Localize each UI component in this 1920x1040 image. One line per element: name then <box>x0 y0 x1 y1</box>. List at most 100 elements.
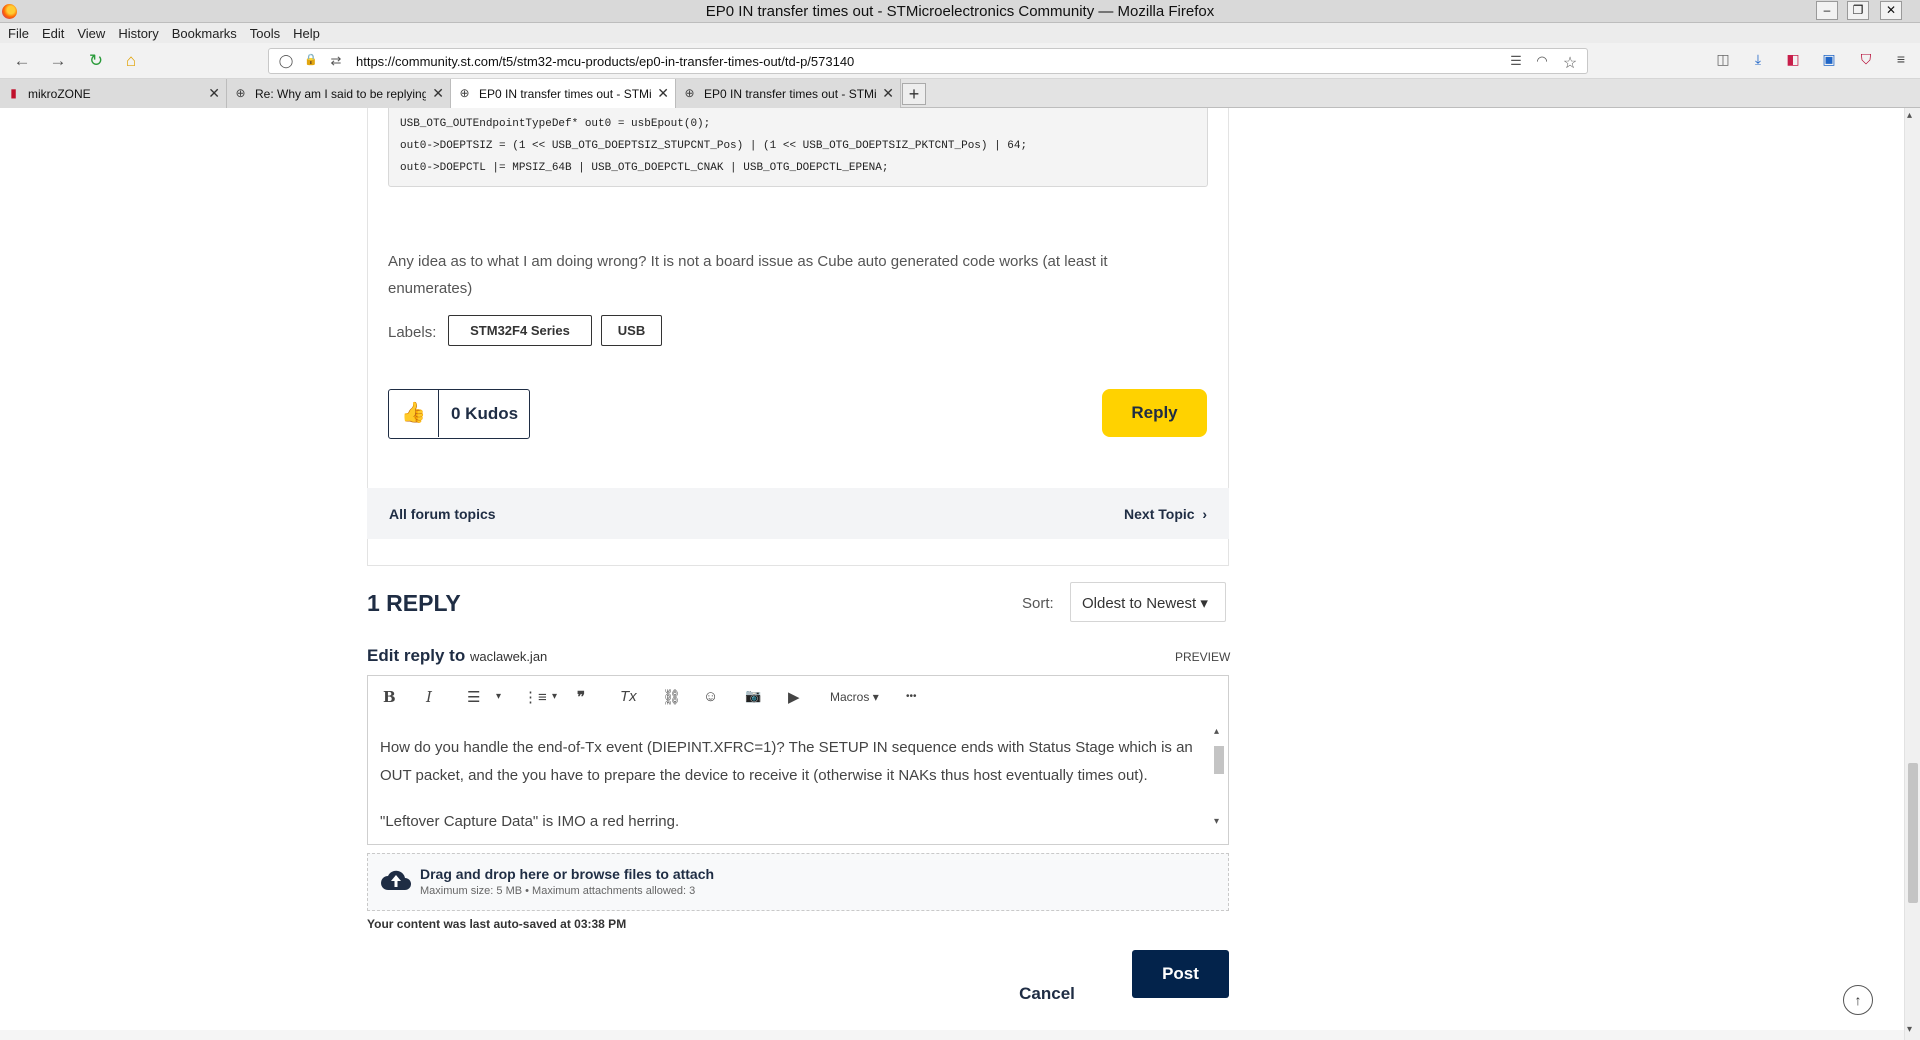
all-forum-topics-link[interactable]: All forum topics <box>389 506 496 522</box>
menu-view[interactable]: View <box>69 23 110 41</box>
chevron-down-icon[interactable]: ▾ <box>496 691 501 702</box>
window-title: EP0 IN transfer times out - STMicroelect… <box>705 3 1215 20</box>
more-options-icon[interactable]: ••• <box>906 691 917 702</box>
new-tab-button[interactable]: + <box>902 83 926 105</box>
label-chip-usb[interactable]: USB <box>601 315 662 346</box>
menu-help[interactable]: Help <box>285 23 325 41</box>
editor-scroll-thumb[interactable] <box>1214 746 1224 774</box>
post-body: Any idea as to what I am doing wrong? It… <box>388 253 1108 297</box>
clear-formatting-icon[interactable]: Tx <box>620 688 637 705</box>
kudos-count[interactable]: 0 Kudos <box>451 404 518 424</box>
page-scrollbar[interactable]: ▴ ▾ <box>1904 108 1920 1040</box>
editor-scrollbar[interactable]: ▴ ▾ <box>1212 726 1226 836</box>
home-icon[interactable]: ⌂ <box>119 50 143 72</box>
menu-icon[interactable]: ≡ <box>1890 51 1912 71</box>
menu-history[interactable]: History <box>110 23 163 41</box>
url-text[interactable]: https://community.st.com/t5/stm32-mcu-pr… <box>356 54 854 69</box>
forward-icon[interactable]: → <box>46 50 70 72</box>
code-block: USB_OTG_OUTEndpointTypeDef* out0 = usbEp… <box>388 108 1208 187</box>
tab-label: mikroZONE <box>28 87 91 101</box>
code-line: out0->DOEPTSIZ = (1 << USB_OTG_DOEPTSIZ_… <box>400 140 1028 152</box>
reply-button[interactable]: Reply <box>1102 389 1207 437</box>
bookmark-star-icon[interactable]: ☆ <box>1561 53 1579 72</box>
sort-label: Sort: <box>1022 595 1054 612</box>
tab-ep0-duplicate[interactable]: ⊕ EP0 IN transfer times out - STMicro ✕ <box>676 79 901 108</box>
tab-close-icon[interactable]: ✕ <box>657 85 669 102</box>
scroll-up-icon[interactable]: ▴ <box>1907 110 1912 121</box>
tab-reply-question[interactable]: ⊕ Re: Why am I said to be replying to ✕ <box>227 79 451 108</box>
address-bar[interactable]: ◯ 🔒 ⇄ https://community.st.com/t5/stm32-… <box>268 48 1588 74</box>
scroll-up-icon[interactable]: ▴ <box>1214 726 1219 737</box>
scroll-down-icon[interactable]: ▾ <box>1214 816 1219 827</box>
maximize-button[interactable]: ❐ <box>1847 1 1869 20</box>
download-icon[interactable]: ⤓ <box>1747 51 1769 71</box>
back-icon[interactable]: ← <box>10 50 34 72</box>
preview-link[interactable]: PREVIEW <box>1175 650 1230 664</box>
attachment-limits: Maximum size: 5 MB • Maximum attachments… <box>420 885 696 897</box>
close-window-button[interactable]: ✕ <box>1880 1 1902 20</box>
reply-count-heading: 1 REPLY <box>367 590 461 616</box>
reply-editor: B I ☰ ▾ ⋮≡ ▾ ❞ Tx ⛓ ☺ 📷 ▶ Macros ▾ ••• H… <box>367 675 1229 845</box>
topic-navigation: All forum topics Next Topic › <box>367 488 1229 539</box>
globe-icon: ⊕ <box>459 86 470 100</box>
feed-icon[interactable]: ◠ <box>1533 53 1551 71</box>
editor-toolbar: B I ☰ ▾ ⋮≡ ▾ ❞ Tx ⛓ ☺ 📷 ▶ Macros ▾ ••• <box>368 676 1228 720</box>
reload-icon[interactable]: ↻ <box>84 50 108 72</box>
menu-file[interactable]: File <box>0 23 34 41</box>
reader-view-icon[interactable]: ☰ <box>1507 53 1525 71</box>
lock-icon[interactable]: 🔒 <box>302 53 320 71</box>
globe-icon: ⊕ <box>235 86 246 100</box>
bold-icon[interactable]: B <box>383 688 396 706</box>
page-content: USB_OTG_OUTEndpointTypeDef* out0 = usbEp… <box>0 108 1904 1040</box>
tab-label: EP0 IN transfer times out - STMicro <box>704 87 876 101</box>
navigation-toolbar: ← → ↻ ⌂ ◯ 🔒 ⇄ https://community.st.com/t… <box>0 43 1920 79</box>
back-to-top-icon[interactable]: ↑ <box>1843 985 1873 1015</box>
post-button[interactable]: Post <box>1132 950 1229 998</box>
next-topic-link[interactable]: Next Topic › <box>1124 506 1207 522</box>
minimize-button[interactable]: – <box>1816 1 1838 20</box>
tab-close-icon[interactable]: ✕ <box>432 85 444 102</box>
link-icon[interactable]: ⛓ <box>662 688 681 706</box>
emoji-icon[interactable]: ☺ <box>703 688 718 705</box>
permissions-icon[interactable]: ⇄ <box>327 53 345 71</box>
pocket-icon[interactable]: ◫ <box>1712 51 1734 71</box>
label-chip-stm32f4[interactable]: STM32F4 Series <box>448 315 592 346</box>
tab-ep0-active[interactable]: ⊕ EP0 IN transfer times out - STMicro ✕ <box>451 79 676 109</box>
italic-icon[interactable]: I <box>426 688 432 706</box>
video-icon[interactable]: ▶ <box>788 688 800 706</box>
edit-reply-heading: Edit reply to waclawek.jan <box>367 646 547 666</box>
cloud-upload-icon <box>381 870 411 890</box>
attachment-title[interactable]: Drag and drop here or browse files to at… <box>420 866 714 882</box>
numbered-list-icon[interactable]: ⋮≡ <box>523 688 547 706</box>
sort-dropdown[interactable]: Oldest to Newest ▾ <box>1070 582 1226 622</box>
code-line: USB_OTG_OUTEndpointTypeDef* out0 = usbEp… <box>400 118 711 130</box>
tab-label: EP0 IN transfer times out - STMicro <box>479 87 651 101</box>
tab-close-icon[interactable]: ✕ <box>882 85 894 102</box>
attachment-dropzone[interactable]: Drag and drop here or browse files to at… <box>367 853 1229 911</box>
scroll-down-icon[interactable]: ▾ <box>1907 1024 1912 1035</box>
quote-icon[interactable]: ❞ <box>577 688 585 706</box>
tab-close-icon[interactable]: ✕ <box>208 85 220 102</box>
tab-mikrozone[interactable]: ▮ mikroZONE ✕ <box>0 79 227 108</box>
cancel-button[interactable]: Cancel <box>1002 970 1092 1018</box>
editor-text-area[interactable]: How do you handle the end-of-Tx event (D… <box>380 734 1198 837</box>
macros-menu[interactable]: Macros ▾ <box>830 690 879 704</box>
chevron-down-icon: ▾ <box>872 690 879 704</box>
chevron-down-icon[interactable]: ▾ <box>552 691 557 702</box>
bulleted-list-icon[interactable]: ☰ <box>467 688 480 706</box>
labels-title: Labels: <box>388 324 437 341</box>
reply-target-user[interactable]: waclawek.jan <box>470 649 547 664</box>
thumbs-up-icon[interactable]: 👍 <box>389 390 439 437</box>
chevron-down-icon: ▾ <box>1200 595 1208 612</box>
menu-bookmarks[interactable]: Bookmarks <box>164 23 242 41</box>
globe-icon: ⊕ <box>684 86 695 100</box>
menu-tools[interactable]: Tools <box>242 23 285 41</box>
shield-badge-icon[interactable]: ⛉ <box>1855 51 1877 71</box>
menu-bar: File Edit View History Bookmarks Tools Help <box>0 23 1920 43</box>
shield-icon[interactable]: ◯ <box>277 53 295 71</box>
page-scroll-thumb[interactable] <box>1908 763 1918 903</box>
save-icon[interactable]: ▣ <box>1818 51 1840 71</box>
camera-icon[interactable]: 📷 <box>745 688 761 704</box>
extension-icon[interactable]: ◧ <box>1782 51 1804 71</box>
menu-edit[interactable]: Edit <box>34 23 69 41</box>
